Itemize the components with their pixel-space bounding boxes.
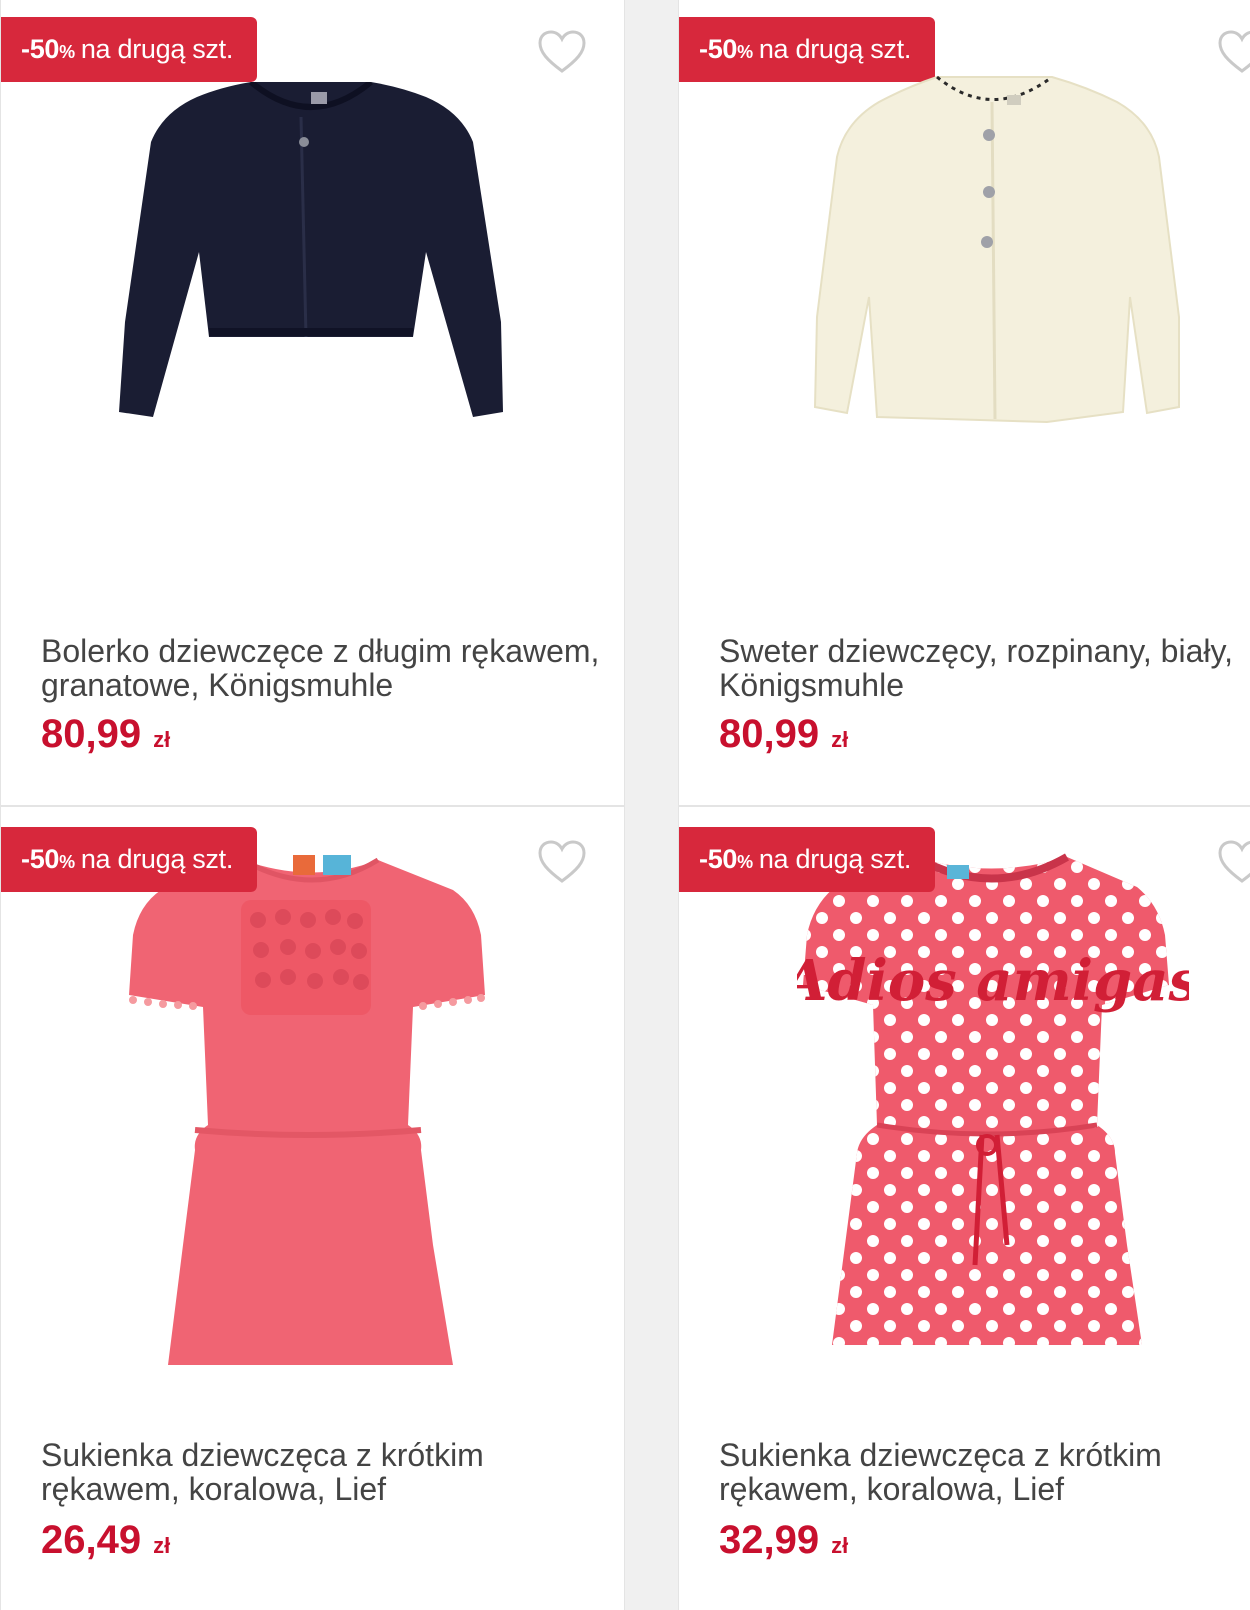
badge-percent: -50% <box>699 34 753 64</box>
product-image[interactable] <box>797 67 1197 427</box>
product-grid: -50% na drugą szt. Bolerko dziewczęce z … <box>0 0 1250 1610</box>
product-card[interactable]: Adios amigas -50% na drugą szt. Sukienka… <box>678 806 1250 1610</box>
product-title[interactable]: Sukienka dziewczęca z krótkim rękawem, k… <box>719 1438 1250 1506</box>
product-price: 80,99 zł <box>41 712 171 756</box>
product-card[interactable]: -50% na drugą szt. Sweter dziewczęcy, ro… <box>678 0 1250 806</box>
product-price: 26,49 zł <box>41 1518 171 1562</box>
badge-text: na drugą szt. <box>80 844 234 874</box>
badge-text: na drugą szt. <box>758 844 912 874</box>
heart-outline-icon[interactable] <box>1217 29 1250 75</box>
badge-text: na drugą szt. <box>758 34 912 64</box>
product-image[interactable] <box>101 82 521 432</box>
promo-badge: -50% na drugą szt. <box>1 827 257 892</box>
promo-badge: -50% na drugą szt. <box>1 17 257 82</box>
heart-outline-icon[interactable] <box>537 29 587 75</box>
heart-outline-icon[interactable] <box>1217 839 1250 885</box>
product-price: 80,99 zł <box>719 712 849 756</box>
product-price: 32,99 zł <box>719 1518 849 1562</box>
product-card[interactable]: -50% na drugą szt. Sukienka dziewczęca z… <box>0 806 625 1610</box>
badge-percent: -50% <box>21 34 75 64</box>
product-image[interactable]: Adios amigas <box>797 825 1189 1385</box>
product-title[interactable]: Sweter dziewczęcy, rozpinany, biały, Kön… <box>719 634 1250 702</box>
print-text: Adios amigas <box>797 948 1189 1014</box>
badge-percent: -50% <box>21 844 75 874</box>
heart-outline-icon[interactable] <box>537 839 587 885</box>
badge-text: na drugą szt. <box>80 34 234 64</box>
product-title[interactable]: Bolerko dziewczęce z długim rękawem, gra… <box>41 634 601 702</box>
product-title[interactable]: Sukienka dziewczęca z krótkim rękawem, k… <box>41 1438 601 1506</box>
product-card[interactable]: -50% na drugą szt. Bolerko dziewczęce z … <box>0 0 625 806</box>
product-image[interactable] <box>123 825 503 1391</box>
badge-percent: -50% <box>699 844 753 874</box>
promo-badge: -50% na drugą szt. <box>679 827 935 892</box>
